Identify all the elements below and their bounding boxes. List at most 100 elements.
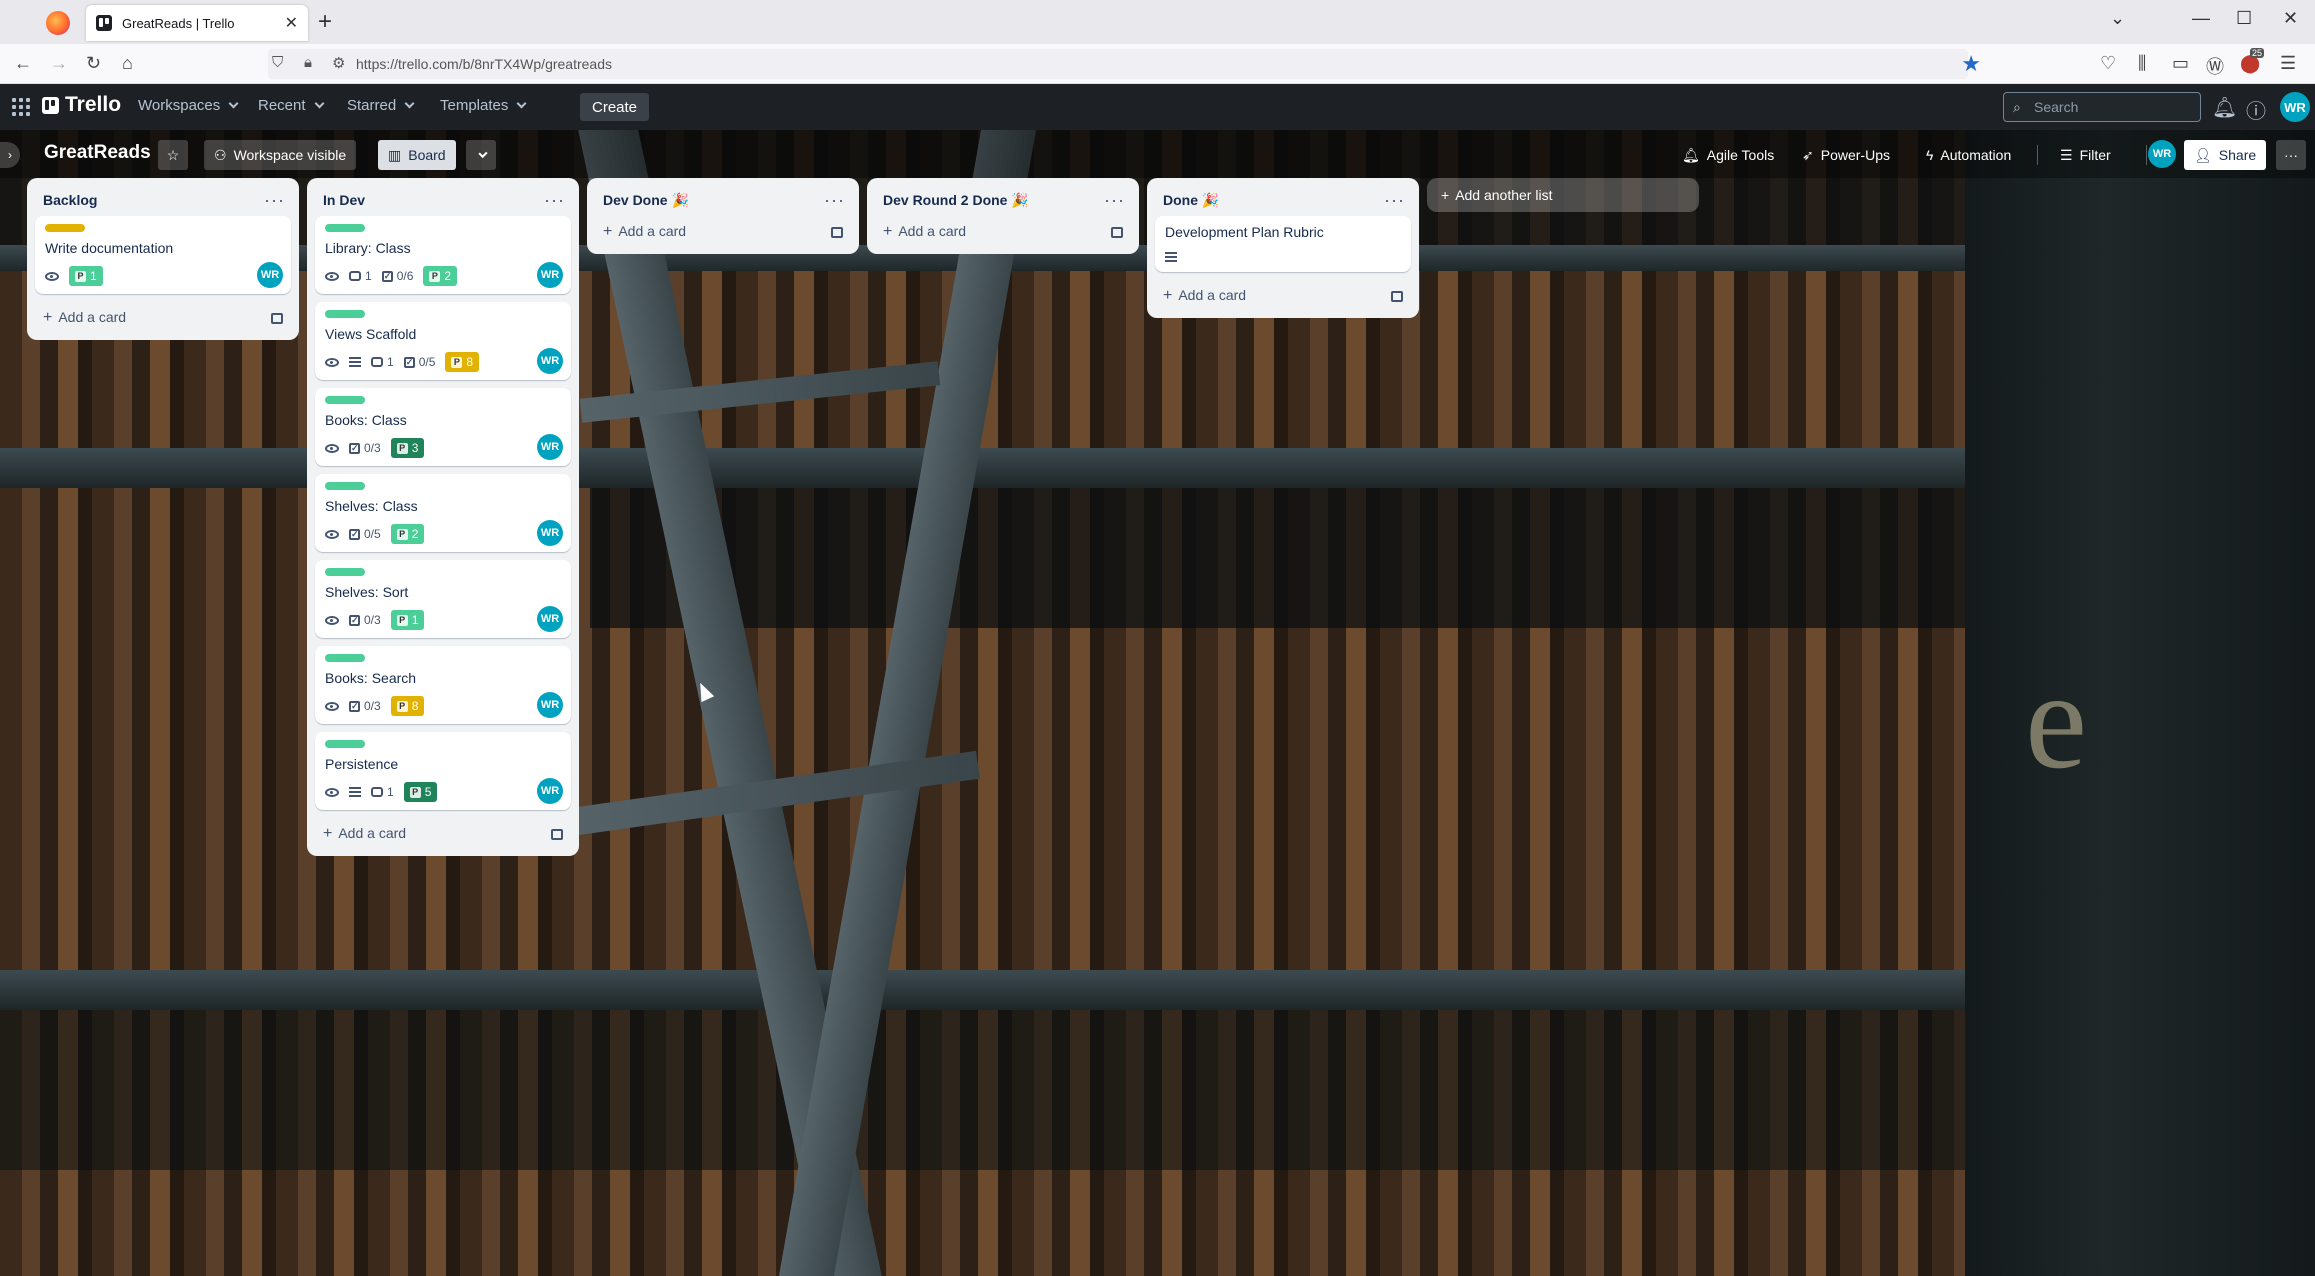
expand-sidebar-button[interactable]: › bbox=[0, 142, 20, 168]
list-title[interactable]: In Dev bbox=[323, 192, 365, 208]
card-label[interactable] bbox=[325, 396, 365, 404]
tab-list-icon[interactable]: ⌄ bbox=[2110, 8, 2125, 29]
card-template-icon[interactable] bbox=[1391, 290, 1403, 302]
permissions-icon[interactable]: ⚙ bbox=[332, 54, 345, 72]
points-badge: P5 bbox=[403, 782, 438, 802]
card-label[interactable] bbox=[325, 568, 365, 576]
new-tab-button[interactable]: + bbox=[318, 8, 332, 36]
list-menu-icon[interactable]: ··· bbox=[544, 190, 565, 211]
browser-tab[interactable]: GreatReads | Trello ✕ bbox=[86, 5, 308, 41]
starred-menu[interactable]: Starred bbox=[347, 97, 415, 114]
list-title[interactable]: Backlog bbox=[43, 192, 97, 208]
card-member-avatar[interactable]: WR bbox=[537, 262, 563, 288]
points-value: 1 bbox=[90, 269, 97, 283]
card-template-icon[interactable] bbox=[551, 828, 563, 840]
share-button[interactable]: 👤︎ Share bbox=[2184, 140, 2267, 170]
recent-menu[interactable]: Recent bbox=[258, 97, 324, 114]
list-menu-icon[interactable]: ··· bbox=[1384, 190, 1405, 211]
card-label[interactable] bbox=[45, 224, 85, 232]
card-member-avatar[interactable]: WR bbox=[537, 778, 563, 804]
app-menu-icon[interactable]: ☰ bbox=[2280, 53, 2296, 74]
lock-icon[interactable]: 🔒︎ bbox=[304, 54, 312, 71]
add-card-button[interactable]: + Add a card bbox=[875, 216, 1131, 248]
notifications-icon[interactable]: 🔔︎ bbox=[2212, 95, 2237, 120]
create-button[interactable]: Create bbox=[580, 93, 650, 121]
extension-w-icon[interactable]: Ⓦ bbox=[2206, 53, 2224, 79]
user-avatar[interactable]: WR bbox=[2280, 92, 2310, 122]
card-label[interactable] bbox=[325, 224, 365, 232]
list-menu-icon[interactable]: ··· bbox=[264, 190, 285, 211]
workspaces-menu[interactable]: Workspaces bbox=[138, 97, 239, 114]
card-label[interactable] bbox=[325, 310, 365, 318]
list-title[interactable]: Dev Done 🎉 bbox=[603, 192, 689, 209]
view-switcher-button[interactable] bbox=[466, 140, 496, 170]
automation-button[interactable]: ϟ Automation bbox=[1916, 140, 2021, 170]
filter-button[interactable]: ☰ Filter bbox=[2050, 140, 2121, 170]
card-member-avatar[interactable]: WR bbox=[537, 434, 563, 460]
bookmark-star-icon[interactable]: ★ bbox=[1961, 51, 1981, 77]
help-icon[interactable]: ⓘ bbox=[2246, 95, 2266, 124]
card[interactable]: Shelves: Sort ✓ 0/3 P1 WR bbox=[315, 560, 571, 638]
card-template-icon[interactable] bbox=[831, 226, 843, 238]
card-member-avatar[interactable]: WR bbox=[257, 262, 283, 288]
card[interactable]: Development Plan Rubric bbox=[1155, 216, 1411, 272]
search-input[interactable]: ⌕ Search bbox=[2003, 92, 2201, 122]
templates-menu[interactable]: Templates bbox=[440, 97, 527, 114]
card[interactable]: Persistence 1 P5 WR bbox=[315, 732, 571, 810]
list-title[interactable]: Done 🎉 bbox=[1163, 192, 1219, 209]
forward-icon[interactable]: → bbox=[50, 53, 68, 74]
list-title[interactable]: Dev Round 2 Done 🎉 bbox=[883, 192, 1029, 209]
card[interactable]: Views Scaffold 1 ✓ 0/5 P8 WR bbox=[315, 302, 571, 380]
comment-count: 1 bbox=[387, 355, 394, 369]
points-value: 2 bbox=[411, 527, 419, 541]
comment-icon bbox=[371, 357, 383, 367]
star-board-button[interactable]: ☆ bbox=[158, 140, 188, 170]
visibility-button[interactable]: ⚇ Workspace visible bbox=[204, 140, 357, 170]
list-menu-icon[interactable]: ··· bbox=[824, 190, 845, 211]
board-member-avatar[interactable]: WR bbox=[2148, 140, 2176, 168]
power-ups-button[interactable]: ➶ Power-Ups bbox=[1792, 140, 1900, 170]
card-template-icon[interactable] bbox=[271, 312, 283, 324]
trello-logo[interactable]: Trello bbox=[42, 93, 121, 117]
close-window-icon[interactable]: ✕ bbox=[2283, 8, 2298, 29]
card-member-avatar[interactable]: WR bbox=[537, 606, 563, 632]
library-icon[interactable]: ⫼ bbox=[2138, 53, 2146, 74]
add-card-button[interactable]: + Add a card bbox=[1155, 280, 1411, 312]
reload-icon[interactable]: ↻ bbox=[86, 53, 101, 74]
address-bar[interactable]: ⛉ 🔒︎ ⚙ https://trello.com/b/8nrTX4Wp/gre… bbox=[268, 49, 1981, 79]
sidebar-icon[interactable]: ▭ bbox=[2172, 53, 2189, 74]
checklist-count: 0/6 bbox=[396, 269, 414, 283]
points-icon: P bbox=[75, 270, 86, 282]
board-view-button[interactable]: ▥ Board bbox=[378, 140, 456, 170]
card-label[interactable] bbox=[325, 482, 365, 490]
agile-tools-button[interactable]: 🔔︎ Agile Tools bbox=[1672, 140, 1784, 170]
close-tab-icon[interactable]: ✕ bbox=[285, 13, 298, 33]
card[interactable]: Library: Class 1 ✓ 0/6 P2 WR bbox=[315, 216, 571, 294]
add-card-button[interactable]: + Add a card bbox=[35, 302, 291, 334]
board-menu-button[interactable]: ··· bbox=[2276, 140, 2306, 170]
app-switcher-icon[interactable] bbox=[12, 98, 30, 116]
card-label[interactable] bbox=[325, 654, 365, 662]
tracking-shield-icon[interactable]: ⛉ bbox=[272, 54, 283, 71]
minimize-icon[interactable]: — bbox=[2192, 8, 2210, 29]
card-label[interactable] bbox=[325, 740, 365, 748]
add-list-button[interactable]: + Add another list bbox=[1427, 178, 1699, 212]
card-template-icon[interactable] bbox=[1111, 226, 1123, 238]
card-member-avatar[interactable]: WR bbox=[537, 692, 563, 718]
add-card-button[interactable]: + Add a card bbox=[595, 216, 851, 248]
card-member-avatar[interactable]: WR bbox=[537, 348, 563, 374]
plus-icon: + bbox=[883, 223, 893, 240]
header-divider bbox=[2037, 145, 2038, 165]
pocket-icon[interactable]: ♡ bbox=[2100, 53, 2116, 74]
maximize-icon[interactable]: ☐ bbox=[2236, 8, 2252, 29]
card-member-avatar[interactable]: WR bbox=[537, 520, 563, 546]
card[interactable]: Books: Search ✓ 0/3 P8 WR bbox=[315, 646, 571, 724]
card[interactable]: Shelves: Class ✓ 0/5 P2 WR bbox=[315, 474, 571, 552]
board-title[interactable]: GreatReads bbox=[44, 142, 151, 164]
back-icon[interactable]: ← bbox=[14, 53, 32, 74]
add-card-button[interactable]: + Add a card bbox=[315, 818, 571, 850]
home-icon[interactable]: ⌂ bbox=[122, 53, 133, 74]
card[interactable]: Books: Class ✓ 0/3 P3 WR bbox=[315, 388, 571, 466]
list-menu-icon[interactable]: ··· bbox=[1104, 190, 1125, 211]
card[interactable]: Write documentation P1 WR bbox=[35, 216, 291, 294]
